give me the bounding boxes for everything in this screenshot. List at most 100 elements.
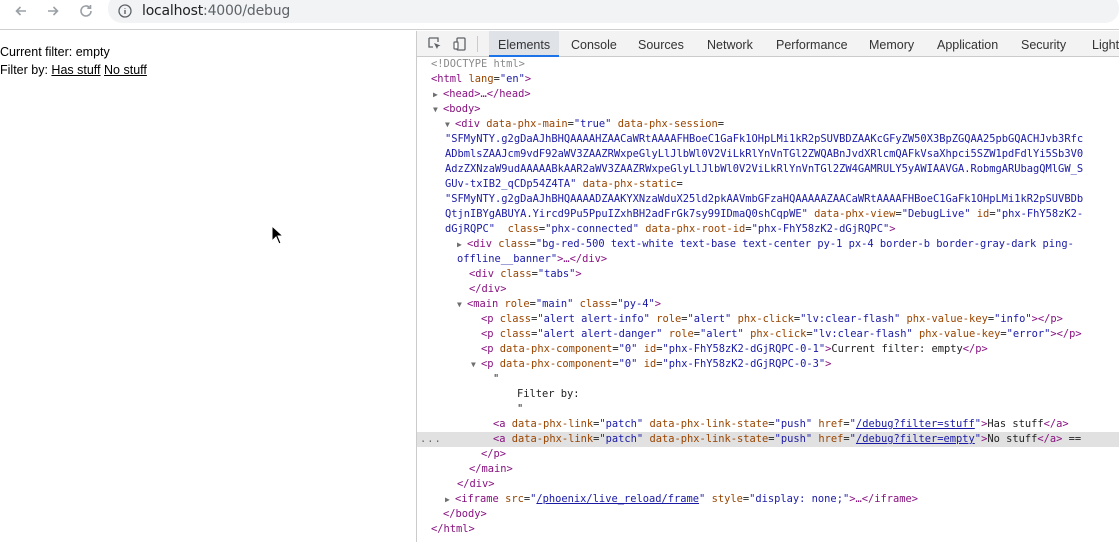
collapse-triangle-icon[interactable]: ▼ <box>471 357 479 372</box>
attr-name: data-phx-main <box>486 118 568 130</box>
attr-value: "display: none;" <box>749 493 850 505</box>
attr-name: data-phx-view <box>814 208 896 220</box>
tab-elements[interactable]: Elements <box>489 31 560 57</box>
dom-node-filter-by-p[interactable]: ▼ <p data-phx-component="0" id="phx-FhY58… <box>417 357 1119 372</box>
href-link[interactable]: /phoenix/live_reload/frame <box>536 493 699 505</box>
attr-name: phx-value-key <box>919 328 1001 340</box>
text-node: No stuff <box>987 433 1038 445</box>
attr-name: href <box>818 418 844 430</box>
collapse-triangle-icon[interactable]: ▼ <box>457 297 465 312</box>
collapse-triangle-icon[interactable]: ▼ <box>433 102 441 117</box>
dom-node-alert-danger[interactable]: <p class="alert alert-danger" role="aler… <box>417 327 1119 342</box>
dom-node-main[interactable]: ▼ <main role="main" class="py-4"> <box>417 297 1119 312</box>
inspect-element-button[interactable] <box>425 34 445 54</box>
attr-value: "alert alert-danger" <box>537 328 663 340</box>
devtools-tab-bar: Elements Console Sources Network Perform… <box>417 31 1119 57</box>
session-value-line: ADbmlsZAAJcm9vdF92aWV3ZAAZRWxpeGlyLlJlbW… <box>445 148 1084 160</box>
dom-text-filter-by[interactable]: Filter by: <box>417 387 1119 402</box>
dom-node-iframe[interactable]: ▶ <iframe src="/phoenix/live_reload/frame… <box>417 492 1119 507</box>
attr-name: class <box>500 268 532 280</box>
attr-value: "phx-FhY58zK2- <box>995 208 1084 220</box>
tag-end: > <box>654 298 662 310</box>
dom-text-quote: " <box>417 372 1119 387</box>
device-toolbar-button[interactable] <box>450 34 470 54</box>
no-stuff-link[interactable]: No stuff <box>104 63 147 77</box>
forward-button[interactable] <box>41 0 65 22</box>
reload-button[interactable] <box>74 0 98 22</box>
static-value-line: "SFMyNTY.g2gDaAJhBHQAAAADZAAKYXNzaWduX25… <box>445 193 1084 205</box>
has-stuff-link[interactable]: Has stuff <box>51 63 100 77</box>
attr-name: phx-click <box>750 328 807 340</box>
tag-name: <div <box>467 238 493 250</box>
dom-node-alert-info[interactable]: <p class="alert alert-info" role="alert"… <box>417 312 1119 327</box>
dom-node-head[interactable]: ▶ <head>…</head> <box>417 87 1119 102</box>
attr-name: id <box>643 358 657 370</box>
dom-attr-continuation: offline__banner">…</div> <box>417 252 1119 267</box>
tag-name: <a <box>493 418 506 430</box>
dom-node-close-p[interactable]: </p> <box>417 447 1119 462</box>
dom-node-current-filter-p[interactable]: <p data-phx-component="0" id="phx-FhY58z… <box>417 342 1119 357</box>
static-value-line: QtjnIBYgABUYA.Yircd9Pu5PpuIZxhBH2adFrGk7… <box>445 208 808 220</box>
dom-text-quote: " <box>417 402 1119 417</box>
dom-node-close-body[interactable]: </body> <box>417 507 1119 522</box>
dom-node-html[interactable]: <html lang="en"> <box>417 72 1119 87</box>
back-button[interactable] <box>9 0 33 22</box>
tag-name: <p <box>481 313 494 325</box>
href-link[interactable]: /debug?filter=stuff <box>856 418 975 430</box>
attr-name: class <box>579 298 611 310</box>
arrow-left-icon <box>15 6 26 16</box>
tab-memory[interactable]: Memory <box>860 31 923 57</box>
tab-security[interactable]: Security <box>1012 31 1075 57</box>
tab-lighthouse[interactable]: Lighth <box>1083 31 1119 57</box>
expand-triangle-icon[interactable]: ▶ <box>445 492 453 507</box>
close-tag: </body> <box>443 508 487 520</box>
tab-application[interactable]: Application <box>928 31 1007 57</box>
tab-sources[interactable]: Sources <box>629 31 693 57</box>
tab-performance[interactable]: Performance <box>767 31 857 57</box>
collapse-triangle-icon[interactable]: ▼ <box>445 117 453 132</box>
href-link[interactable]: /debug?filter=empty <box>856 433 975 445</box>
dom-node-close-main[interactable]: </main> <box>417 462 1119 477</box>
tab-network[interactable]: Network <box>698 31 762 57</box>
attr-value: "patch" <box>599 433 644 445</box>
text-node: Filter by: <box>517 388 580 400</box>
dom-node-close-html[interactable]: </html> <box>417 522 1119 537</box>
dom-node-body[interactable]: ▼ <body> <box>417 102 1119 117</box>
dom-node-doctype[interactable]: <!DOCTYPE html> <box>417 57 1119 72</box>
tag-name: <p <box>481 328 494 340</box>
info-icon[interactable] <box>118 4 132 18</box>
attr-value: "alert alert-info" <box>537 313 650 325</box>
session-value-line: AdzZXNzaW9udAAAAABkAAR2aWV3ZAAZRWxpeGlyL… <box>445 163 1084 175</box>
devtools-panel: Elements Console Sources Network Perform… <box>416 31 1119 542</box>
toolbar-divider <box>477 36 478 52</box>
url-text: localhost:4000/debug <box>142 3 290 19</box>
tag-name: <html <box>431 73 463 85</box>
expand-triangle-icon[interactable]: ▶ <box>457 237 465 252</box>
attr-value: "0" <box>618 343 638 355</box>
address-bar[interactable]: localhost:4000/debug <box>108 0 1119 23</box>
dom-node-close-div[interactable]: </div> <box>417 477 1119 492</box>
attr-name: class <box>499 313 532 325</box>
attr-value: "alert" <box>700 328 744 340</box>
text-node: Current filter: empty <box>831 343 963 355</box>
dom-node-has-stuff-link[interactable]: <a data-phx-link="patch" data-phx-link-s… <box>417 417 1119 432</box>
more-actions-icon[interactable]: ... <box>420 432 442 447</box>
attr-name: phx-value-key <box>906 313 988 325</box>
tag-end: > <box>575 268 582 280</box>
expand-triangle-icon[interactable]: ▶ <box>433 87 441 102</box>
dom-node-tabs-div[interactable]: <div class="tabs"> <box>417 267 1119 282</box>
selected-node-marker: == <box>1068 433 1082 445</box>
close-tag: </html> <box>431 523 475 535</box>
attr-name: class <box>507 223 539 235</box>
attr-eq: = <box>676 178 683 190</box>
url-path: :4000/debug <box>203 3 291 19</box>
dom-node-close-div[interactable]: </div> <box>417 282 1119 297</box>
dom-node-phx-main-div[interactable]: ▼ <div data-phx-main = "true" data-phx-sess… <box>417 117 1119 132</box>
dom-node-banner-div[interactable]: ▶ <div class="bg-red-500 text-white text-… <box>417 237 1119 252</box>
session-value-line: "SFMyNTY.g2gDaAJhBHQAAAAHZAACaWRtAAAAFHB… <box>445 133 1084 145</box>
dom-attr-continuation: "SFMyNTY.g2gDaAJhBHQAAAAHZAACaWRtAAAAFHB… <box>417 132 1119 147</box>
tab-console[interactable]: Console <box>562 31 626 57</box>
tag-name: <iframe <box>455 493 499 505</box>
dom-node-no-stuff-link[interactable]: ... <a data-phx-link="patch" data-phx-lin… <box>417 432 1119 447</box>
attr-name: role <box>504 298 530 310</box>
